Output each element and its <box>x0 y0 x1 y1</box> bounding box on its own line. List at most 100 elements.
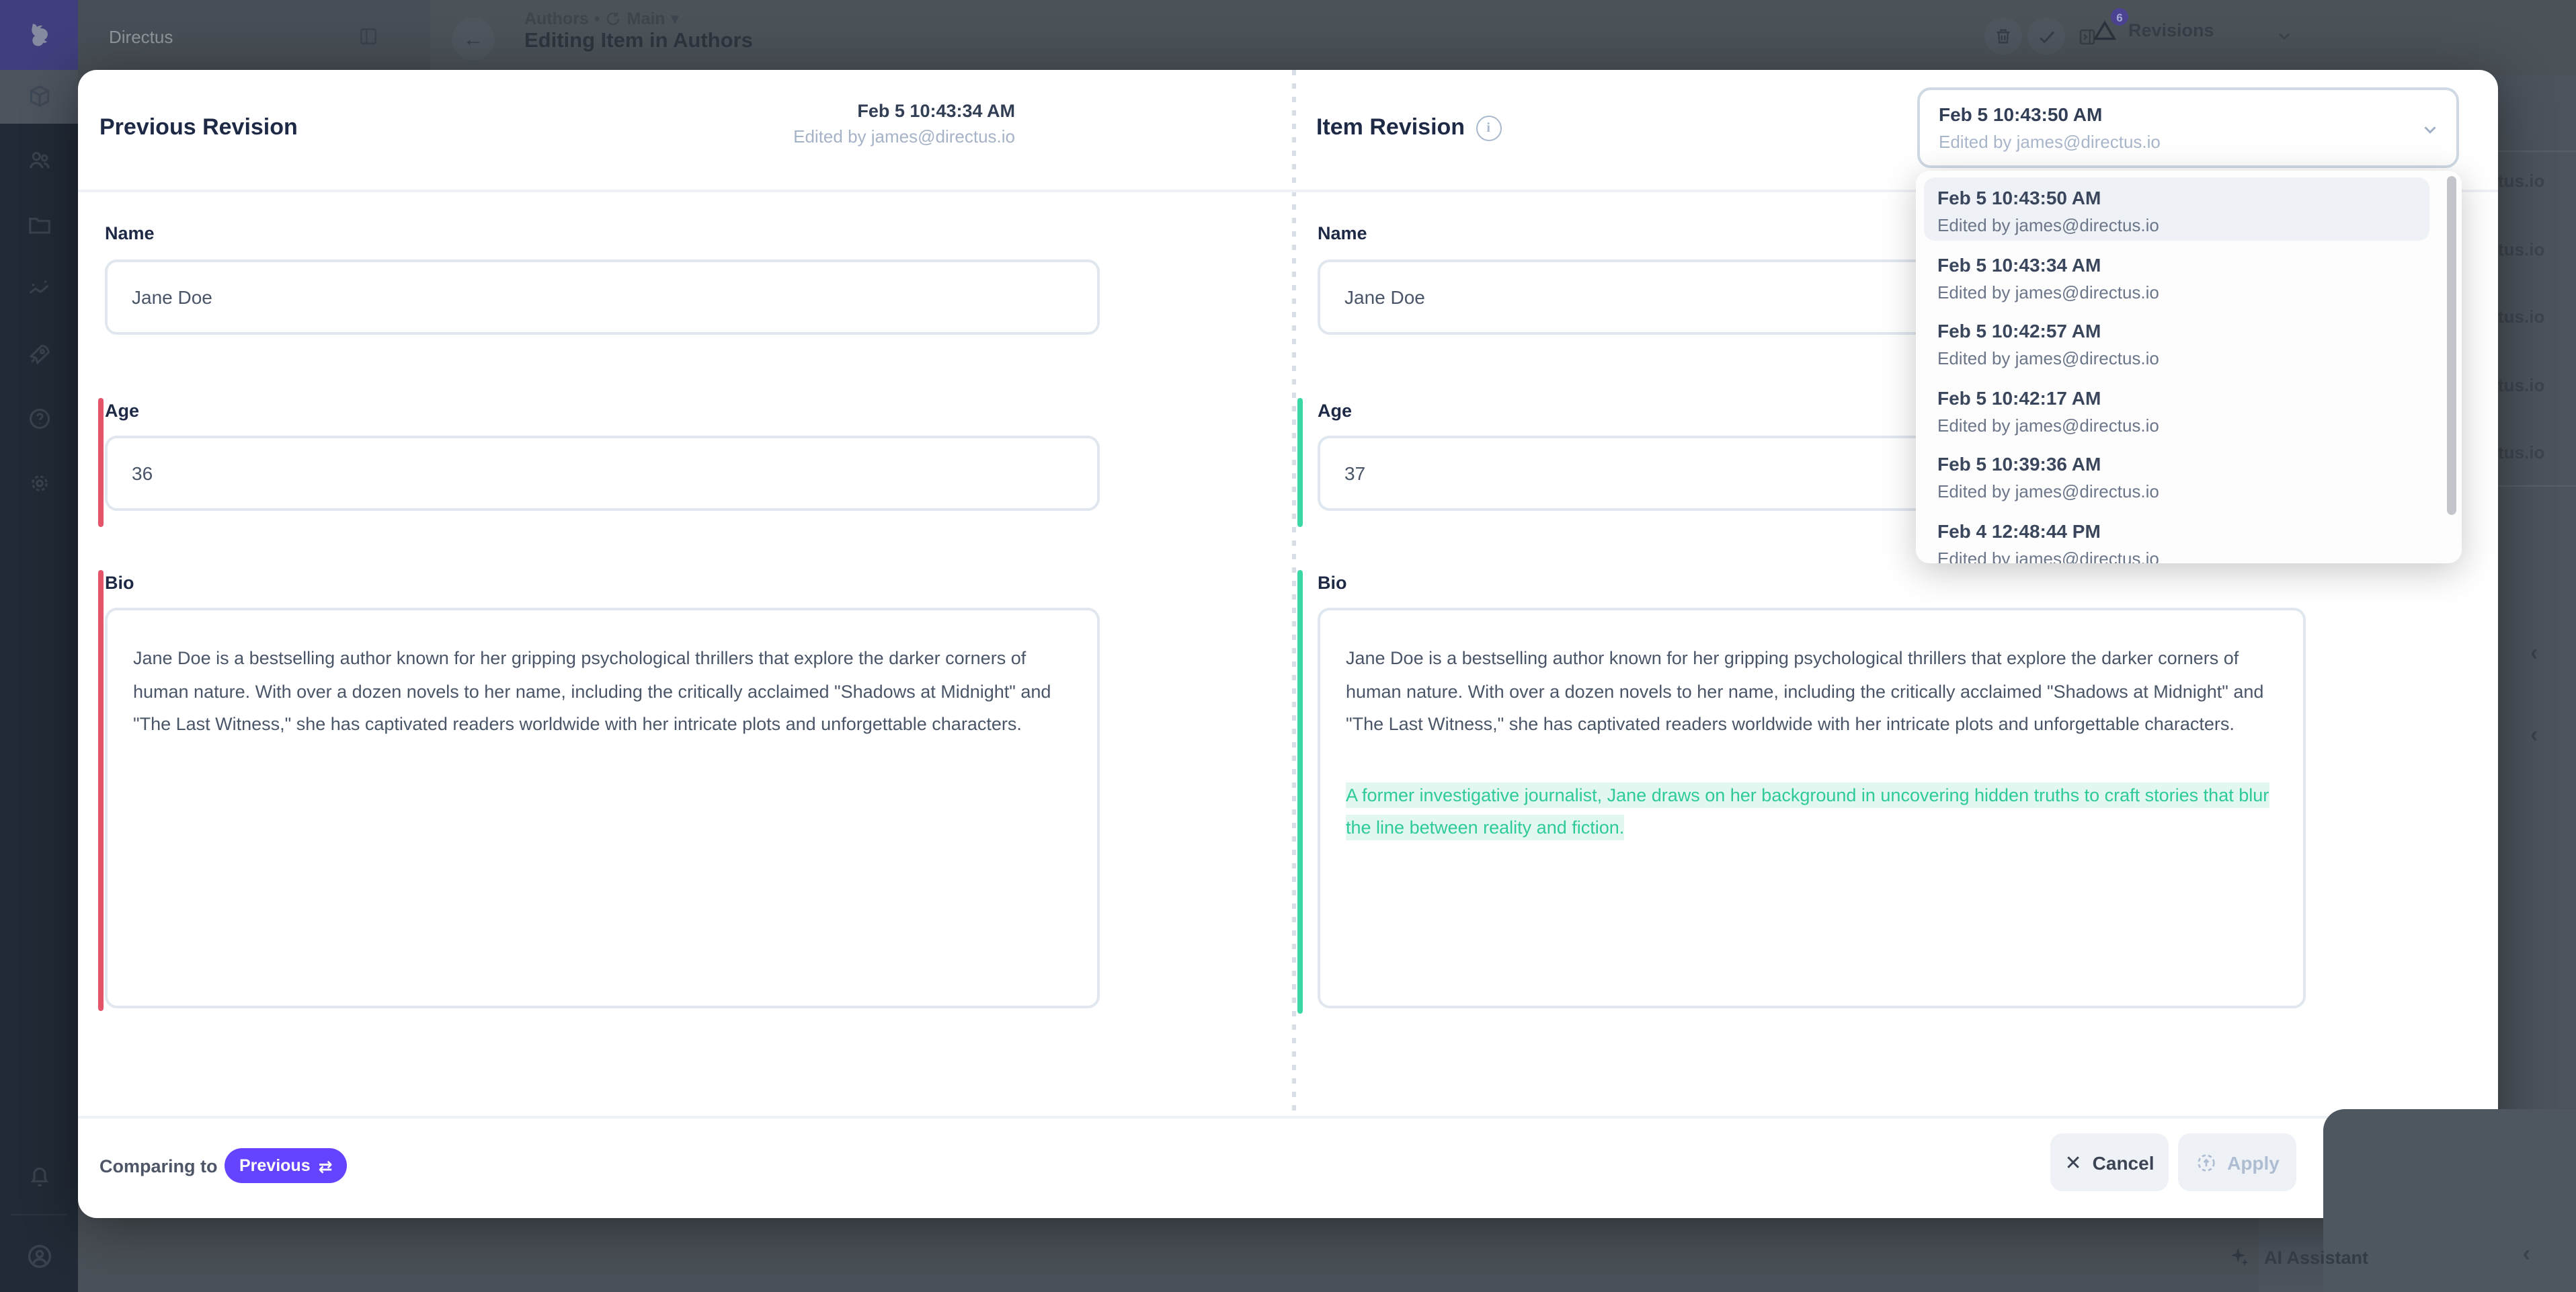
comparing-to-label: Comparing to <box>99 1156 218 1176</box>
revision-option-time: Feb 5 10:42:17 AM <box>1937 382 2416 412</box>
module-insights[interactable] <box>0 266 78 312</box>
revisions-label: Revisions <box>2128 20 2214 40</box>
user-avatar[interactable] <box>0 1233 78 1279</box>
breadcrumb-collection[interactable]: Authors <box>524 9 589 28</box>
revision-select[interactable]: Feb 5 10:43:50 AM Edited by james@direct… <box>1917 87 2459 168</box>
content-box-icon <box>26 83 52 108</box>
module-bar-divider <box>11 1214 67 1215</box>
sidebar-text-fragment: tus.io <box>2498 239 2544 259</box>
revisions-sidebar-header[interactable]: 6 Revisions <box>2092 17 2214 43</box>
bio-textarea-right[interactable]: Jane Doe is a bestselling author known f… <box>1318 608 2306 1008</box>
ai-assistant-chevron-icon[interactable]: ‹ <box>2523 1241 2530 1268</box>
project-name: Directus <box>109 27 173 47</box>
revision-option[interactable]: Feb 5 10:42:57 AM Edited by james@direct… <box>1924 311 2429 374</box>
revisions-delta-icon: 6 <box>2092 17 2118 43</box>
age-input-left[interactable]: 36 <box>105 436 1100 511</box>
info-icon[interactable]: i <box>1476 115 1501 140</box>
revision-option[interactable]: Feb 5 10:39:36 AM Edited by james@direct… <box>1924 444 2429 507</box>
breadcrumb[interactable]: Authors • Main ▾ <box>524 8 679 28</box>
bio-label-left: Bio <box>105 573 134 593</box>
name-input-left[interactable]: Jane Doe <box>105 259 1100 335</box>
users-icon <box>26 147 52 173</box>
module-guides[interactable] <box>0 331 78 376</box>
revision-option-time: Feb 4 12:48:44 PM <box>1937 516 2416 545</box>
changed-bar-age-left <box>98 398 104 527</box>
revision-select-subtitle: Edited by james@directus.io <box>1939 129 2438 155</box>
screen: Directus ← Authors • Main ▾ Editing Item… <box>0 0 2576 1292</box>
revision-option[interactable]: Feb 5 10:43:34 AM Edited by james@direct… <box>1924 244 2429 307</box>
insights-icon <box>26 276 52 302</box>
revision-option-time: Feb 5 10:43:34 AM <box>1937 249 2416 279</box>
breadcrumb-separator: • <box>594 9 600 28</box>
panel-divider-dashed <box>1292 70 1296 1116</box>
gear-icon <box>26 470 52 495</box>
version-caret-icon: ▾ <box>671 8 680 28</box>
revision-option-time: Feb 5 10:42:57 AM <box>1937 316 2416 346</box>
module-bar <box>0 0 78 1292</box>
bio-text-left: Jane Doe is a bestselling author known f… <box>133 643 1072 741</box>
apply-button[interactable]: Apply <box>2178 1133 2296 1191</box>
rocket-icon <box>26 341 52 366</box>
module-files[interactable] <box>0 202 78 247</box>
age-label-left: Age <box>105 401 139 421</box>
module-content[interactable] <box>0 73 78 118</box>
revision-option[interactable]: Feb 4 12:48:44 PM Edited by james@direct… <box>1924 510 2429 563</box>
age-value-right: 37 <box>1344 462 1365 484</box>
changed-bar-bio-right <box>1297 570 1303 1014</box>
dropdown-scrollbar[interactable] <box>2447 176 2456 515</box>
notifications-button[interactable] <box>0 1154 78 1199</box>
save-item-button[interactable] <box>2027 17 2065 55</box>
footer-divider <box>78 1116 2498 1119</box>
compare-target-button[interactable]: Previous ⇄ <box>225 1148 348 1183</box>
previous-revision-edited-by: Edited by james@directus.io <box>616 124 1015 149</box>
revision-option-edited: Edited by james@directus.io <box>1937 346 2416 371</box>
item-revision-title: Item Revision i <box>1316 114 1501 141</box>
check-icon <box>2036 26 2056 46</box>
chevron-down-icon <box>2420 120 2440 140</box>
avatar-icon <box>25 1242 53 1270</box>
bell-icon <box>26 1164 52 1189</box>
previous-revision-meta: Feb 5 10:43:34 AM Edited by james@direct… <box>616 98 1015 149</box>
changed-bar-bio-left <box>98 570 104 1011</box>
revision-option-edited: Edited by james@directus.io <box>1937 479 2416 504</box>
delete-item-button[interactable] <box>1984 17 2022 55</box>
revision-option-edited: Edited by james@directus.io <box>1937 212 2416 238</box>
sidebar-section-chevron-icon[interactable]: ‹ <box>2530 722 2538 749</box>
folder-icon <box>26 212 52 237</box>
name-label-left: Name <box>105 223 155 243</box>
revision-option[interactable]: Feb 5 10:42:17 AM Edited by james@direct… <box>1924 377 2429 440</box>
collapse-sidebar-icon[interactable] <box>358 26 379 47</box>
revision-option-edited: Edited by james@directus.io <box>1937 412 2416 438</box>
revision-option-selected[interactable]: Feb 5 10:43:50 AM Edited by james@direct… <box>1924 177 2429 241</box>
trash-icon <box>1994 27 2013 46</box>
module-settings[interactable] <box>0 460 78 506</box>
age-label-right: Age <box>1318 401 1352 421</box>
revision-dropdown: Feb 5 10:43:50 AM Edited by james@direct… <box>1916 171 2462 563</box>
bio-textarea-left[interactable]: Jane Doe is a bestselling author known f… <box>105 608 1100 1008</box>
version-icon <box>606 10 622 26</box>
bio-label-right: Bio <box>1318 573 1347 593</box>
module-help[interactable] <box>0 395 78 441</box>
revisions-expand-icon[interactable] <box>2275 27 2294 46</box>
sidebar-text-fragment: tus.io <box>2498 375 2544 395</box>
name-label-right: Name <box>1318 223 1367 243</box>
help-icon <box>26 405 52 431</box>
changed-bar-age-right <box>1297 398 1303 527</box>
name-value-left: Jane Doe <box>132 286 212 308</box>
ai-assistant-bar[interactable]: AI Assistant ‹ <box>2229 1237 2560 1277</box>
revision-option-edited: Edited by james@directus.io <box>1937 279 2416 305</box>
item-revision-title-text: Item Revision <box>1316 114 1465 141</box>
compare-target-label: Previous <box>239 1156 311 1175</box>
back-button[interactable]: ← <box>452 17 495 60</box>
revision-option-edited: Edited by james@directus.io <box>1937 545 2416 563</box>
rabbit-logo-icon <box>24 20 54 50</box>
breadcrumb-version[interactable]: Main <box>627 9 666 28</box>
sidebar-section-chevron-icon[interactable]: ‹ <box>2530 640 2538 667</box>
directus-logo[interactable] <box>0 0 78 70</box>
sidebar-text-fragment: tus.io <box>2498 307 2544 327</box>
cancel-button[interactable]: ✕ Cancel <box>2050 1133 2169 1191</box>
module-users[interactable] <box>0 137 78 183</box>
bio-added-text: A former investigative journalist, Jane … <box>1346 782 2269 840</box>
revision-select-value: Feb 5 10:43:50 AM <box>1939 101 2438 129</box>
name-value-right: Jane Doe <box>1344 286 1425 308</box>
